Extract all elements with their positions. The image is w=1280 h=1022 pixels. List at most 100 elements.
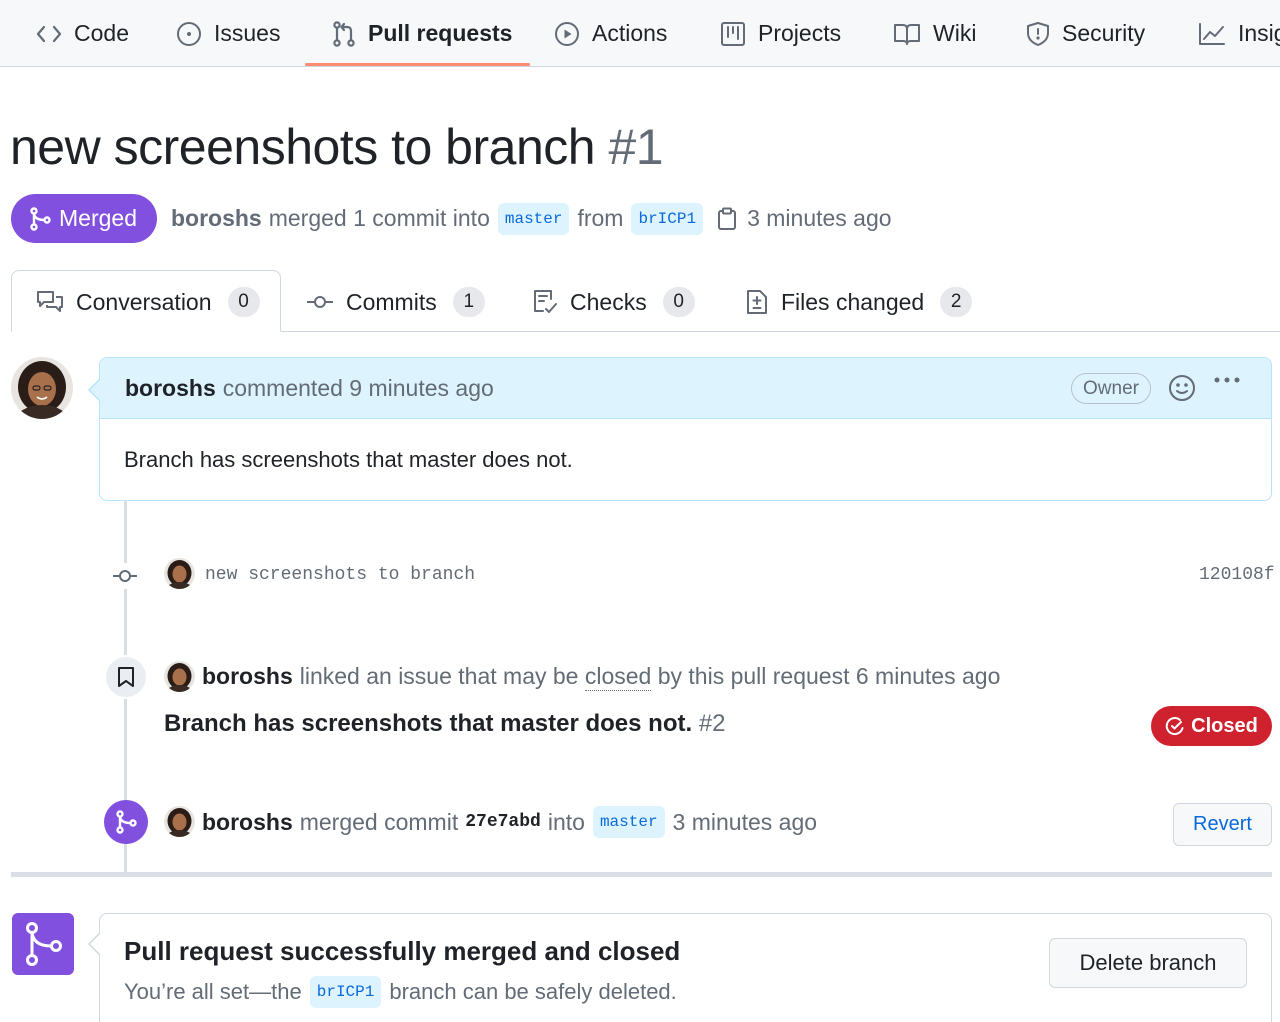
base-branch-label[interactable]: master (497, 202, 570, 235)
nav-actions[interactable]: Actions (554, 0, 667, 67)
merge-into-word: into (547, 808, 585, 835)
git-commit-icon (111, 563, 139, 589)
nav-security-label: Security (1062, 20, 1146, 46)
merge-status-icon-box (12, 913, 74, 975)
comment-author-link[interactable]: boroshs (125, 375, 216, 402)
merge-box-arrow-fill (90, 933, 101, 955)
git-merge-icon (115, 810, 137, 834)
merge-status-subtitle: You’re all set—the brICP1 branch can be … (124, 976, 677, 1008)
pr-title-text: new screenshots to branch (10, 119, 596, 175)
shield-icon (1026, 21, 1050, 47)
pr-meta: Merged boroshs merged 1 commit into mast… (11, 194, 892, 243)
linked-text-before: linked an issue that may be (299, 663, 579, 689)
git-commit-icon (306, 294, 334, 310)
nav-pull-requests-label: Pull requests (368, 20, 513, 46)
merge-status-title: Pull request successfully merged and clo… (124, 936, 681, 966)
git-pull-request-icon (332, 20, 356, 47)
issue-opened-icon (176, 21, 202, 47)
owner-label: Owner (1071, 373, 1151, 404)
nav-pull-requests[interactable]: Pull requests (332, 0, 512, 67)
comment-card: boroshs commented 9 minutes ago Owner Br… (99, 357, 1272, 501)
closed-status-badge: Closed (1151, 706, 1272, 746)
nav-issues[interactable]: Issues (176, 0, 280, 67)
tab-checks-label: Checks (570, 288, 647, 315)
merged-status-badge: Merged (11, 194, 157, 243)
merged-time: 3 minutes ago (747, 205, 892, 231)
merge-status-card: Pull request successfully merged and clo… (99, 913, 1272, 1022)
commit-sha-link[interactable]: 120108f (1199, 565, 1275, 585)
merge-author-link[interactable]: boroshs (202, 809, 293, 836)
merge-event-text: boroshs merged commit 27e7abd into maste… (202, 802, 817, 842)
bookmark-event-badge (104, 655, 148, 699)
linked-issue-title[interactable]: Branch has screenshots that master does … (164, 710, 726, 738)
avatar[interactable] (11, 357, 73, 419)
merge-summary-text: merged 1 commit into (268, 205, 490, 231)
merge-event-badge (104, 800, 148, 844)
page-title: new screenshots to branch #1 (10, 118, 664, 176)
active-tab-underline (305, 63, 530, 66)
nav-actions-label: Actions (592, 20, 668, 46)
avatar[interactable] (164, 661, 195, 692)
nav-wiki-label: Wiki (933, 20, 977, 46)
tab-conversation-count: 0 (227, 287, 260, 317)
merge-event-time[interactable]: 3 minutes ago (673, 809, 817, 836)
tab-checks[interactable]: Checks 0 (532, 282, 695, 322)
tab-files-changed[interactable]: Files changed 2 (745, 282, 973, 322)
tab-checks-count: 0 (662, 287, 695, 317)
tab-conversation-label: Conversation (76, 288, 212, 315)
tab-files-changed-label: Files changed (781, 288, 925, 315)
git-merge-icon (23, 921, 63, 967)
checklist-icon (532, 289, 558, 315)
comment-arrow-fill (90, 379, 101, 401)
merged-status-label: Merged (59, 205, 137, 231)
closed-status-label: Closed (1191, 714, 1258, 737)
closed-word: closed (584, 662, 652, 691)
avatar[interactable] (164, 558, 195, 589)
merge-event-verb: merged commit (299, 808, 459, 835)
merge-target-branch[interactable]: master (592, 806, 665, 838)
table-icon (720, 21, 746, 47)
comment-timestamp[interactable]: commented 9 minutes ago (223, 375, 494, 402)
head-branch-label[interactable]: brICP1 (631, 202, 704, 235)
nav-projects-label: Projects (758, 20, 842, 46)
book-icon (893, 22, 921, 46)
smiley-icon[interactable] (1168, 374, 1196, 402)
kebab-horizontal-icon[interactable] (1213, 376, 1241, 384)
avatar[interactable] (164, 806, 195, 837)
bookmark-icon (117, 666, 135, 688)
comment-header: boroshs commented 9 minutes ago Owner (100, 358, 1271, 419)
revert-button[interactable]: Revert (1173, 803, 1272, 846)
merge-sub-after: branch can be safely deleted. (389, 979, 677, 1004)
linked-issue-number: #2 (698, 710, 726, 737)
nav-projects[interactable]: Projects (720, 0, 841, 67)
tab-conversation[interactable]: Conversation 0 (36, 282, 260, 322)
nav-insights-label: Insights (1238, 20, 1280, 46)
tab-commits[interactable]: Commits 1 (306, 282, 485, 322)
event-author-link[interactable]: boroshs (202, 663, 293, 690)
merge-sub-before: You’re all set—the (124, 979, 302, 1004)
linked-issue-title-text: Branch has screenshots that master does … (164, 710, 693, 737)
pr-number: #1 (608, 119, 664, 175)
from-text: from (577, 205, 624, 231)
nav-code-label: Code (74, 20, 129, 46)
nav-wiki[interactable]: Wiki (893, 0, 976, 67)
file-diff-icon (745, 289, 769, 315)
deletable-branch-label[interactable]: brICP1 (309, 976, 382, 1008)
copy-icon[interactable] (717, 207, 737, 231)
graph-icon (1198, 22, 1226, 46)
comment-body: Branch has screenshots that master does … (124, 447, 573, 472)
nav-security[interactable]: Security (1026, 0, 1145, 67)
delete-branch-button[interactable]: Delete branch (1049, 938, 1247, 988)
repo-nav: Code Issues Pull requests Actions Projec… (0, 0, 1280, 67)
nav-insights[interactable]: Insights (1198, 0, 1280, 67)
merge-commit-sha-link[interactable]: 27e7abd (465, 812, 541, 832)
commit-message-link[interactable]: new screenshots to branch (205, 565, 475, 585)
tab-commits-label: Commits (346, 288, 437, 315)
pr-author-link[interactable]: boroshs (171, 205, 262, 232)
play-icon (554, 21, 580, 47)
nav-code[interactable]: Code (36, 0, 129, 67)
tab-files-changed-count: 2 (940, 287, 973, 317)
issue-closed-icon (1165, 716, 1185, 736)
code-icon (36, 23, 62, 45)
timeline-end-divider (11, 872, 1272, 877)
